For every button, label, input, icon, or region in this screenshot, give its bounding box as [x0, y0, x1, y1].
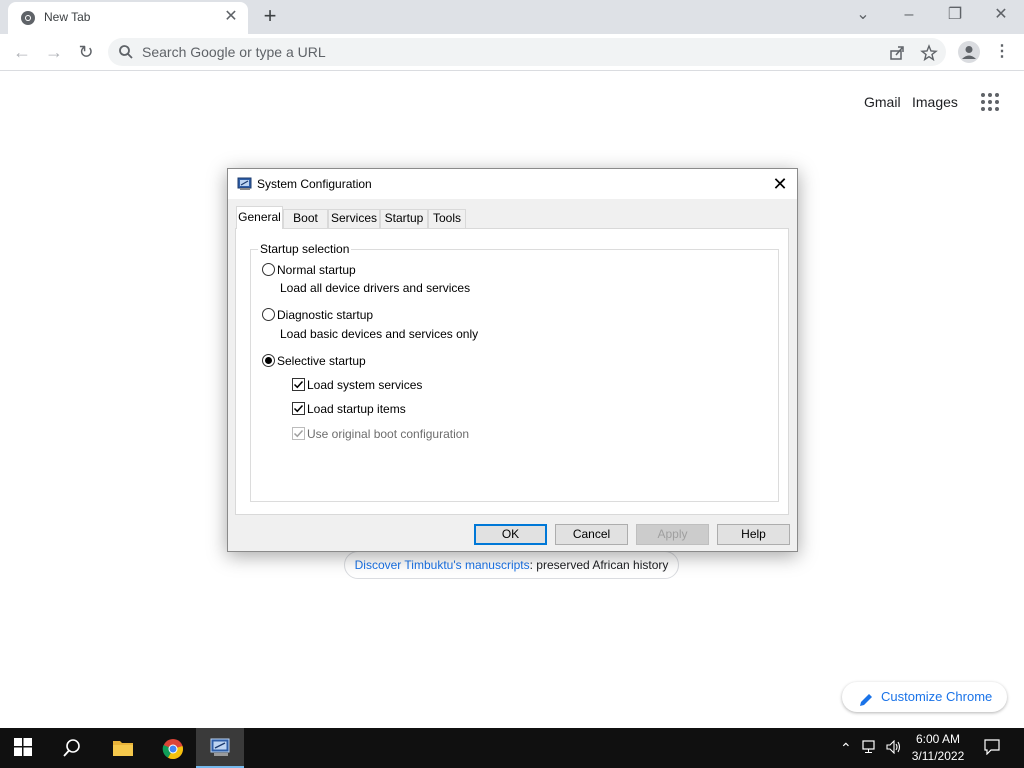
windows-logo-icon [14, 738, 32, 756]
network-icon[interactable] [862, 740, 878, 757]
start-button[interactable] [0, 728, 48, 768]
profile-avatar-icon[interactable] [958, 41, 980, 63]
tab-services[interactable]: Services [328, 209, 380, 228]
promo-banner: Discover Timbuktu's manuscripts: preserv… [344, 551, 679, 579]
promo-link[interactable]: Discover Timbuktu's manuscripts [355, 558, 530, 572]
tab-search-icon[interactable]: ⌄ [840, 2, 886, 30]
tab-general[interactable]: General [236, 206, 283, 229]
close-window-button[interactable]: ✕ [978, 2, 1024, 30]
ok-button[interactable]: OK [474, 524, 547, 545]
load-system-services-label[interactable]: Load system services [307, 378, 422, 392]
normal-startup-label[interactable]: Normal startup [277, 263, 356, 277]
google-apps-icon[interactable] [980, 92, 1000, 112]
chrome-taskbar-button[interactable] [148, 728, 196, 768]
clock-date: 3/11/2022 [911, 749, 965, 763]
taskbar-clock[interactable]: 6:00 AM 3/11/2022 [904, 731, 972, 765]
search-icon [118, 44, 134, 60]
dialog-title-bar: System Configuration ✕ [228, 169, 797, 199]
clock-time: 6:00 AM [915, 732, 961, 746]
pencil-icon [858, 689, 874, 706]
help-button[interactable]: Help [717, 524, 790, 545]
images-link[interactable]: Images [912, 94, 958, 110]
normal-startup-radio[interactable] [262, 263, 275, 276]
bookmark-star-icon[interactable] [920, 44, 938, 62]
use-original-boot-config-checkbox [292, 427, 305, 440]
omnibox[interactable] [108, 38, 946, 66]
share-icon[interactable] [888, 44, 906, 62]
tab-new-tab[interactable]: New Tab ✕ [8, 2, 248, 34]
search-icon [63, 739, 80, 757]
selective-startup-label[interactable]: Selective startup [277, 354, 366, 368]
volume-icon[interactable] [886, 739, 902, 757]
msconfig-icon [210, 738, 230, 756]
reload-button[interactable]: ↻ [74, 40, 98, 64]
msconfig-icon [237, 176, 253, 192]
customize-chrome-button[interactable]: Customize Chrome [842, 682, 1007, 712]
diagnostic-startup-radio[interactable] [262, 308, 275, 321]
dialog-title: System Configuration [257, 177, 372, 191]
load-startup-items-label[interactable]: Load startup items [307, 402, 406, 416]
tab-startup[interactable]: Startup [380, 209, 428, 228]
browser-toolbar: ← → ↻ ⋮ [0, 34, 1024, 71]
tab-strip: New Tab ✕ + ⌄ – ❐ ✕ [0, 0, 1024, 34]
notifications-icon[interactable] [984, 739, 1000, 758]
system-configuration-dialog: System Configuration ✕ General Boot Serv… [227, 168, 798, 552]
restore-button[interactable]: ❐ [932, 2, 978, 30]
taskbar: ⌃ 6:00 AM 3/11/2022 [0, 728, 1024, 768]
customize-label: Customize Chrome [881, 689, 993, 704]
apply-button: Apply [636, 524, 709, 545]
cancel-button[interactable]: Cancel [555, 524, 628, 545]
promo-text: : preserved African history [529, 558, 669, 572]
normal-startup-desc: Load all device drivers and services [280, 281, 471, 295]
minimize-button[interactable]: – [886, 2, 932, 30]
new-tab-button[interactable]: + [258, 5, 282, 28]
close-tab-icon[interactable]: ✕ [222, 8, 240, 26]
use-original-boot-config-label: Use original boot configuration [307, 427, 470, 441]
general-tab-panel: Startup selection Normal startup Load al… [235, 228, 789, 515]
forward-button[interactable]: → [42, 40, 66, 64]
chrome-menu-icon[interactable]: ⋮ [994, 42, 1010, 62]
omnibox-input[interactable] [142, 41, 842, 63]
folder-icon [113, 741, 133, 756]
load-system-services-checkbox[interactable] [292, 378, 305, 391]
show-hidden-icons-icon[interactable]: ⌃ [840, 740, 852, 757]
back-button[interactable]: ← [10, 40, 34, 64]
diagnostic-startup-label[interactable]: Diagnostic startup [277, 308, 373, 322]
tab-title: New Tab [44, 10, 91, 24]
selective-startup-radio[interactable] [262, 354, 275, 367]
tab-boot[interactable]: Boot [283, 209, 328, 228]
gmail-link[interactable]: Gmail [864, 94, 901, 110]
chrome-icon [162, 739, 183, 760]
chrome-icon [20, 10, 36, 26]
file-explorer-button[interactable] [98, 728, 146, 768]
system-config-taskbar-button[interactable] [196, 728, 244, 768]
startup-selection-label: Startup selection [258, 242, 352, 256]
load-startup-items-checkbox[interactable] [292, 402, 305, 415]
dialog-close-icon[interactable]: ✕ [765, 169, 795, 199]
taskbar-search-button[interactable] [48, 728, 96, 768]
diagnostic-startup-desc: Load basic devices and services only [280, 327, 479, 341]
tab-tools[interactable]: Tools [428, 209, 466, 228]
